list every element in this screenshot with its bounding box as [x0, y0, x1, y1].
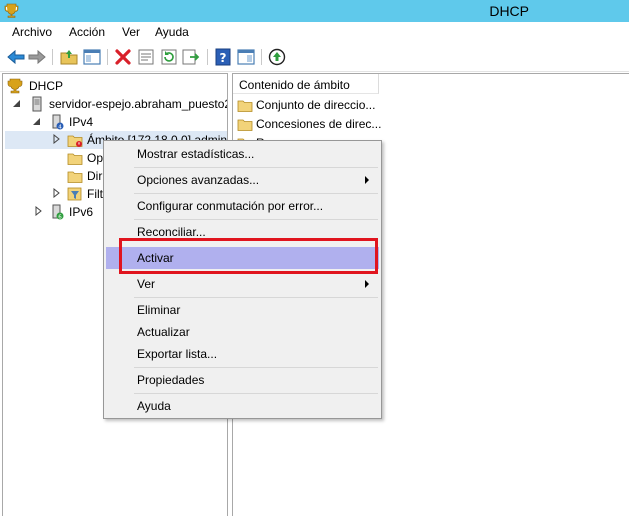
svg-text:6: 6 [58, 214, 62, 220]
back-arrow-icon[interactable] [6, 47, 26, 67]
menu-item-label: Opciones avanzadas... [137, 173, 260, 187]
address-pool-folder-icon [237, 100, 253, 112]
menu-item-label: Propiedades [137, 373, 205, 387]
menu-accion[interactable]: Acción [69, 25, 105, 39]
options-folder-icon [67, 153, 83, 165]
show-action-pane-icon[interactable] [236, 47, 256, 67]
context-menu: Mostrar estadísticas... Opciones avanzad… [103, 140, 382, 419]
window-title: DHCP [489, 3, 529, 19]
expand-arrow-icon[interactable] [53, 134, 61, 144]
tree-label: DHCP [29, 79, 64, 93]
scope-folder-icon [67, 135, 83, 147]
expand-arrow-icon[interactable] [35, 206, 43, 216]
menu-separator [134, 393, 378, 394]
show-hide-console-tree-icon[interactable] [82, 47, 102, 67]
menu-item-label: Actualizar [137, 325, 190, 339]
menu-item-label: Eliminar [137, 303, 181, 317]
submenu-arrow-icon [365, 176, 369, 184]
tree-node-ipv4[interactable]: 4 IPv4 [5, 113, 225, 131]
tree-label: Dir [87, 169, 103, 183]
annotation-highlight-box [119, 238, 378, 274]
collapse-arrow-icon[interactable] [33, 116, 41, 126]
help-icon[interactable]: ? [213, 47, 233, 67]
menu-ayuda[interactable]: Ayuda [155, 25, 189, 39]
menu-item-label: Ver [137, 277, 156, 291]
ipv6-icon: 6 [52, 204, 64, 220]
tree-label: Filt [87, 187, 103, 201]
menu-item-advanced-options[interactable]: Opciones avanzadas... [106, 169, 379, 191]
properties-icon[interactable] [136, 47, 156, 67]
tree-label: IPv4 [69, 115, 94, 129]
menu-item-label: Reconciliar... [137, 225, 206, 239]
tree-label: IPv6 [69, 205, 94, 219]
delete-icon[interactable] [113, 47, 133, 67]
up-folder-icon[interactable] [59, 47, 79, 67]
menu-separator [134, 167, 378, 168]
menu-item-delete[interactable]: Eliminar [106, 299, 379, 321]
column-header[interactable]: Contenido de ámbito [233, 74, 379, 94]
column-header-label: Contenido de ámbito [239, 78, 350, 92]
tree-node-server[interactable]: servidor-espejo.abraham_puesto2 [5, 95, 228, 113]
toolbar-separator [52, 49, 53, 65]
menu-item-export-list[interactable]: Exportar lista... [106, 343, 379, 365]
toolbar-separator [207, 49, 208, 65]
toolbar-separator [107, 49, 108, 65]
address-folder-icon [67, 171, 83, 183]
refresh-icon[interactable] [159, 47, 179, 67]
menu-item-label: Mostrar estadísticas... [137, 147, 255, 161]
menu-bar: Archivo Acción Ver Ayuda [0, 22, 629, 43]
server-icon [32, 96, 42, 112]
export-list-icon[interactable] [181, 47, 201, 67]
list-item-label: Concesiones de direc... [256, 117, 382, 131]
tree-label: Op [87, 151, 104, 165]
leases-folder-icon [237, 119, 253, 131]
expand-arrow-icon[interactable] [53, 188, 61, 198]
forward-arrow-icon[interactable] [27, 47, 47, 67]
tree-node-dhcp[interactable]: DHCP [5, 77, 225, 95]
title-bar: DHCP [0, 0, 629, 22]
menu-separator [134, 219, 378, 220]
ipv4-icon: 4 [52, 114, 64, 130]
menu-item-help[interactable]: Ayuda [106, 395, 379, 417]
menu-item-configure-failover[interactable]: Configurar conmutación por error... [106, 195, 379, 217]
menu-item-show-statistics[interactable]: Mostrar estadísticas... [106, 143, 379, 165]
toolbar-separator [261, 49, 262, 65]
svg-text:?: ? [220, 51, 227, 65]
menu-item-refresh[interactable]: Actualizar [106, 321, 379, 343]
menu-item-properties[interactable]: Propiedades [106, 369, 379, 391]
filter-icon [67, 187, 82, 201]
toolbar: ? [0, 43, 629, 72]
menu-item-label: Ayuda [137, 399, 171, 413]
submenu-arrow-icon [365, 280, 369, 288]
menu-item-view[interactable]: Ver [106, 273, 379, 295]
tree-label: servidor-espejo.abraham_puesto2 [49, 97, 228, 111]
menu-archivo[interactable]: Archivo [12, 25, 52, 39]
menu-item-label: Configurar conmutación por error... [137, 199, 324, 213]
dhcp-trophy-icon [7, 78, 23, 94]
menu-separator [134, 297, 378, 298]
list-item-label: Conjunto de direccio... [256, 98, 376, 112]
menu-item-label: Exportar lista... [137, 347, 218, 361]
svg-text:4: 4 [58, 124, 62, 130]
menu-separator [134, 367, 378, 368]
collapse-arrow-icon[interactable] [13, 98, 21, 108]
activate-icon[interactable] [267, 47, 287, 67]
menu-ver[interactable]: Ver [122, 25, 140, 39]
menu-separator [134, 193, 378, 194]
